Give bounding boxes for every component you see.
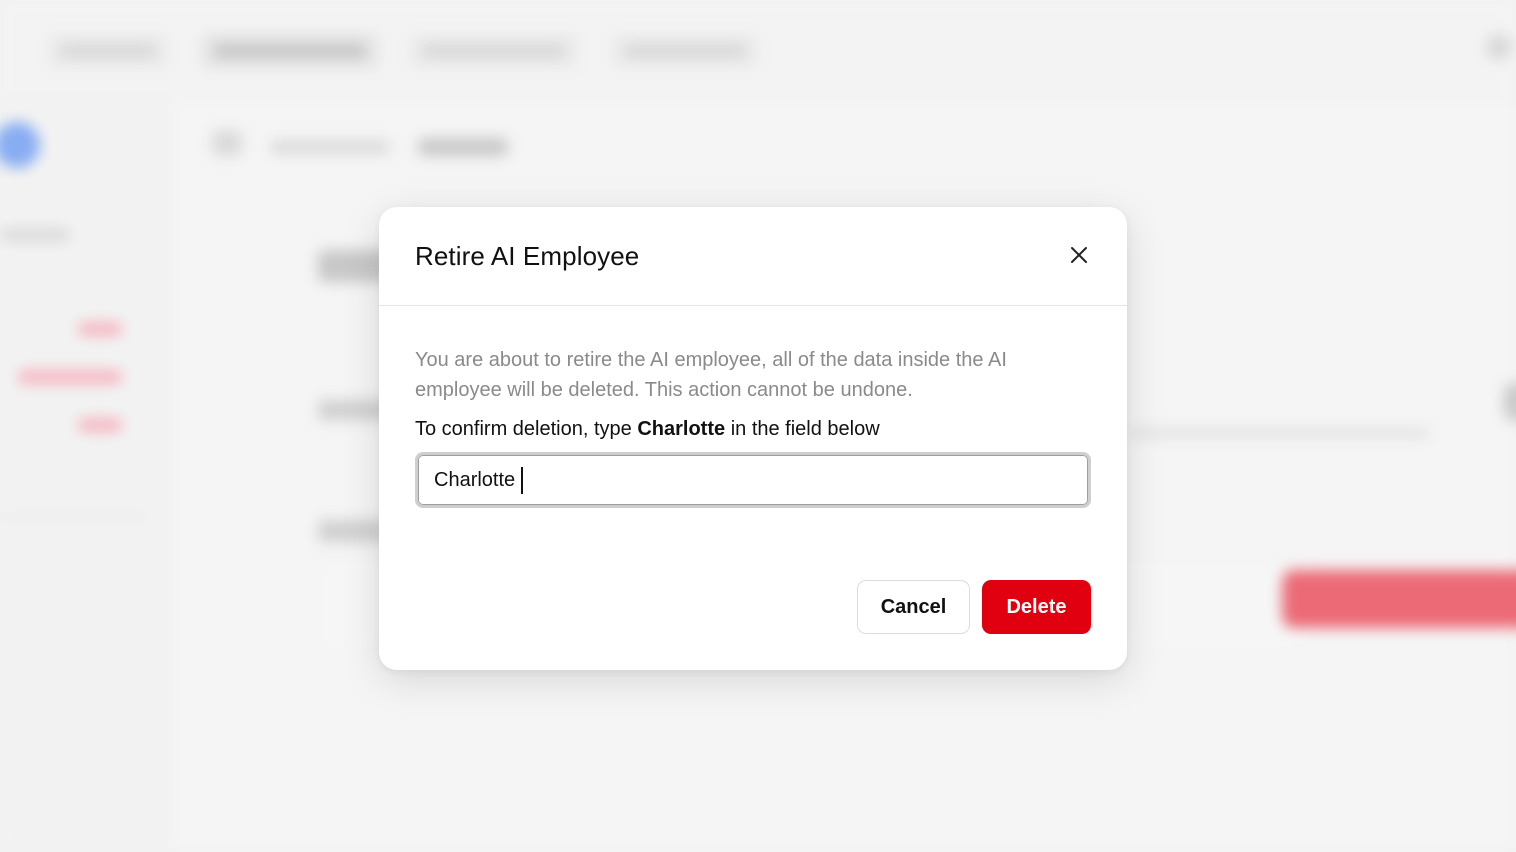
confirm-suffix: in the field below [725,418,880,440]
cancel-button[interactable]: Cancel [857,580,970,634]
delete-button[interactable]: Delete [982,580,1091,634]
text-caret [521,467,523,494]
confirm-prefix: To confirm deletion, type [415,418,638,440]
confirm-name-input[interactable] [434,455,1074,505]
confirm-instruction: To confirm deletion, type Charlotte in t… [415,418,1091,441]
confirm-name-field[interactable] [415,452,1091,508]
close-button[interactable] [1063,239,1095,271]
warning-description: You are about to retire the AI employee,… [415,349,1007,401]
dialog-title: Retire AI Employee [415,241,640,271]
dialog-header: Retire AI Employee [379,207,1127,306]
confirm-name: Charlotte [637,418,726,440]
retire-employee-dialog: Retire AI Employee You are about to reti… [379,207,1127,670]
close-icon [1071,247,1087,263]
